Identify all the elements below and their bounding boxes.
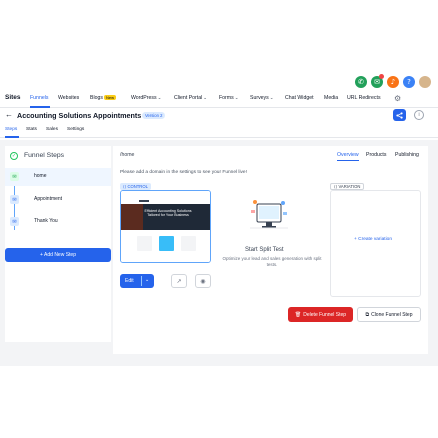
step-label: Thank You (34, 218, 58, 224)
edit-divider (141, 276, 142, 286)
control-badge: ⟨⟩ CONTROL (120, 183, 151, 190)
funnel-steps-header: ✓ Funnel Steps (5, 146, 111, 166)
step-detail-panel: /home Overview Products Publishing Pleas… (113, 146, 428, 354)
tab-overview[interactable]: Overview (337, 152, 359, 158)
create-variation-link[interactable]: + Create variation (354, 237, 392, 242)
nav-item-client-portal[interactable]: Client Portal⌄ (174, 95, 207, 101)
help-icon[interactable]: ? (403, 76, 415, 88)
funnel-steps-panel: ✓ Funnel Steps ✉ home ✉ Appointment ✉ Th… (5, 146, 111, 342)
nav-item-media[interactable]: Media (324, 95, 338, 101)
variation-badge: ⟨⟩ VARIATION (330, 183, 365, 190)
content-area: ✓ Funnel Steps ✉ home ✉ Appointment ✉ Th… (0, 140, 438, 366)
preview-header (121, 191, 210, 204)
chevron-down-icon[interactable]: ⌄ (145, 277, 149, 283)
nav-item-wordpress-label: WordPress (131, 95, 157, 101)
envelope-icon: ✉ (10, 217, 19, 226)
variation-label: VARIATION (338, 184, 361, 189)
split-test-illustration (250, 200, 288, 229)
step-item-thank-you[interactable]: ✉ Thank You (5, 213, 111, 231)
nav-item-client-portal-label: Client Portal (174, 95, 203, 101)
back-arrow-icon[interactable]: ← (5, 110, 13, 119)
delete-label: Delete Funnel Step (303, 311, 347, 318)
preview-body (121, 230, 210, 262)
nav-item-chat-widget[interactable]: Chat Widget (285, 95, 314, 101)
preview-card (137, 236, 152, 251)
phone-icon[interactable]: ✆ (355, 76, 367, 88)
tab-products[interactable]: Products (366, 152, 386, 158)
version-badge[interactable]: Version 2 (142, 112, 166, 119)
clone-label: Clone Funnel Step (371, 311, 413, 318)
variation-box: + Create variation (330, 190, 421, 297)
nav-item-url-redirects[interactable]: URL Redirects (347, 95, 381, 101)
edit-button[interactable]: Edit ⌄ (120, 274, 154, 288)
step-item-appointment[interactable]: ✉ Appointment (5, 191, 111, 209)
add-new-step-button[interactable]: + Add New Step (5, 248, 111, 262)
nav-item-surveys[interactable]: Surveys⌄ (250, 95, 274, 101)
step-label: home (34, 173, 47, 179)
nav-item-wordpress[interactable]: WordPress⌄ (131, 95, 161, 101)
preview-hero: Efficient Accounting Solutions Tailored … (121, 204, 210, 230)
nav-item-funnels[interactable]: Funnels (30, 95, 48, 101)
envelope-icon: ✉ (10, 195, 19, 204)
delete-funnel-step-button[interactable]: 🗑 Delete Funnel Step (288, 307, 353, 322)
share-button[interactable] (393, 109, 406, 121)
tab-stats[interactable]: Stats (26, 127, 37, 132)
external-link-icon[interactable]: ↗ (171, 274, 187, 288)
overview-underline (337, 160, 359, 161)
tab-settings[interactable]: Settings (67, 127, 84, 132)
preview-eye-icon[interactable]: ◉ (195, 274, 211, 288)
envelope-icon: ✉ (10, 172, 19, 181)
avatar[interactable] (419, 76, 431, 88)
preview-card (181, 236, 196, 251)
split-test-description: Optimize your lead and sales generation … (222, 256, 322, 268)
top-nav: Sites Funnels Websites Blogs New WordPres… (0, 92, 438, 108)
brand-title: Sites (5, 94, 21, 101)
nav-item-websites[interactable]: Websites (58, 95, 79, 101)
check-circle-icon: ✓ (10, 152, 18, 160)
edit-label: Edit (125, 278, 134, 284)
control-label: CONTROL (127, 184, 148, 189)
domain-notice: Please add a domain in the settings to s… (120, 170, 247, 175)
copy-icon: ⧉ (365, 311, 370, 318)
preview-hero-text: Efficient Accounting Solutions Tailored … (144, 209, 192, 218)
app-frame: ✆ ✉ ♪ ? Sites Funnels Websites Blogs New … (0, 72, 438, 366)
chevron-down-icon: ⌄ (203, 95, 208, 100)
chevron-down-icon: ⌄ (157, 95, 162, 100)
sub-tabs: Steps Stats Sales Settings (0, 125, 438, 138)
preview-card (159, 236, 174, 251)
tab-publishing[interactable]: Publishing (395, 152, 419, 158)
page-title: Accounting Solutions Appointments (17, 111, 142, 120)
step-item-home[interactable]: ✉ home (5, 168, 111, 186)
step-path: /home (120, 152, 135, 158)
funnel-steps-title: Funnel Steps (24, 152, 65, 159)
tab-steps[interactable]: Steps (5, 127, 17, 132)
nav-item-blogs[interactable]: Blogs New (90, 95, 116, 101)
preview-logo (139, 200, 149, 202)
gear-icon[interactable]: ⚙ (394, 94, 401, 103)
tab-sales[interactable]: Sales (46, 127, 58, 132)
chevron-down-icon: ⌄ (269, 95, 274, 100)
clone-funnel-step-button[interactable]: ⧉ Clone Funnel Step (357, 307, 421, 322)
nav-item-blogs-label: Blogs (90, 95, 103, 101)
nav-item-surveys-label: Surveys (250, 95, 269, 101)
preview-hero-image (121, 204, 143, 230)
page-preview-thumbnail[interactable]: Efficient Accounting Solutions Tailored … (120, 190, 211, 263)
step-label: Appointment (34, 196, 63, 202)
nav-item-forms[interactable]: Forms⌄ (219, 95, 238, 101)
trash-icon: 🗑 (294, 311, 302, 318)
title-row: ← Accounting Solutions Appointments Vers… (0, 108, 438, 124)
notifications-icon[interactable]: ♪ (387, 76, 399, 88)
split-test-title: Start Split Test (245, 247, 284, 253)
new-badge: New (103, 95, 116, 100)
nav-item-forms-label: Forms (219, 95, 234, 101)
info-icon[interactable]: i (414, 110, 424, 120)
top-strip: ✆ ✉ ♪ ? (0, 72, 438, 92)
share-icon (396, 111, 403, 119)
notification-dot (379, 74, 384, 79)
subtab-active-underline (5, 136, 19, 138)
chevron-down-icon: ⌄ (234, 95, 239, 100)
